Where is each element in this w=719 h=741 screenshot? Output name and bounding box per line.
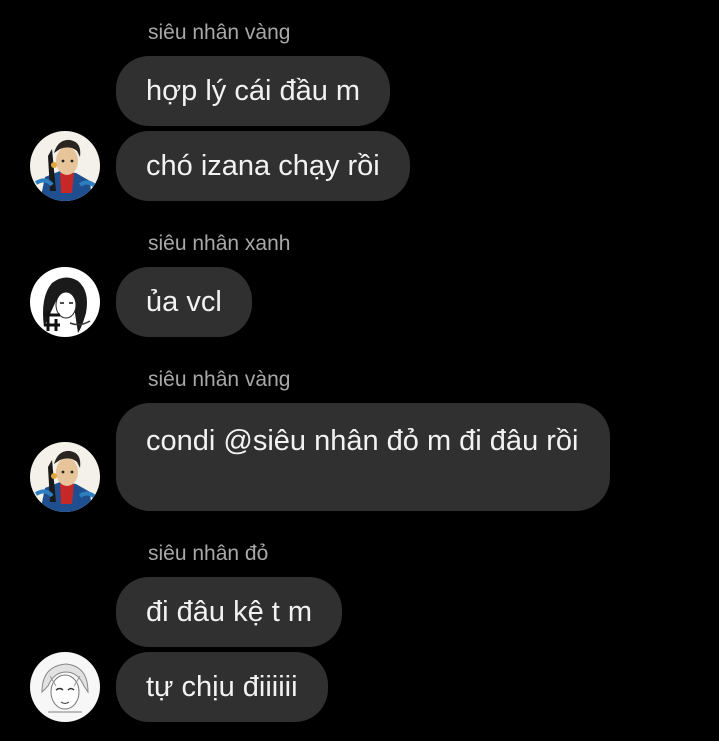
message-bubble[interactable]: ủa vcl bbox=[116, 267, 252, 337]
izana-avatar-icon[interactable] bbox=[30, 442, 100, 512]
message-bubble[interactable]: condi @siêu nhân đỏ m đi đâu rồi bbox=[116, 403, 610, 511]
message-bubble[interactable]: hợp lý cái đầu m bbox=[116, 56, 391, 126]
message-bubble[interactable]: đi đâu kệ t m bbox=[116, 577, 343, 647]
sender-name: siêu nhân xanh bbox=[148, 232, 291, 255]
izana-avatar-icon[interactable] bbox=[30, 131, 100, 201]
mikey-avatar-icon[interactable] bbox=[30, 267, 100, 337]
sender-name: siêu nhân đỏ bbox=[148, 542, 269, 565]
sender-name: siêu nhân vàng bbox=[148, 21, 291, 44]
message-bubble[interactable]: tự chịu điiiiii bbox=[116, 652, 328, 722]
message-bubble[interactable]: chó izana chạy rồi bbox=[116, 131, 410, 201]
sender-name: siêu nhân vàng bbox=[148, 368, 291, 391]
draken-avatar-icon[interactable] bbox=[30, 652, 100, 722]
